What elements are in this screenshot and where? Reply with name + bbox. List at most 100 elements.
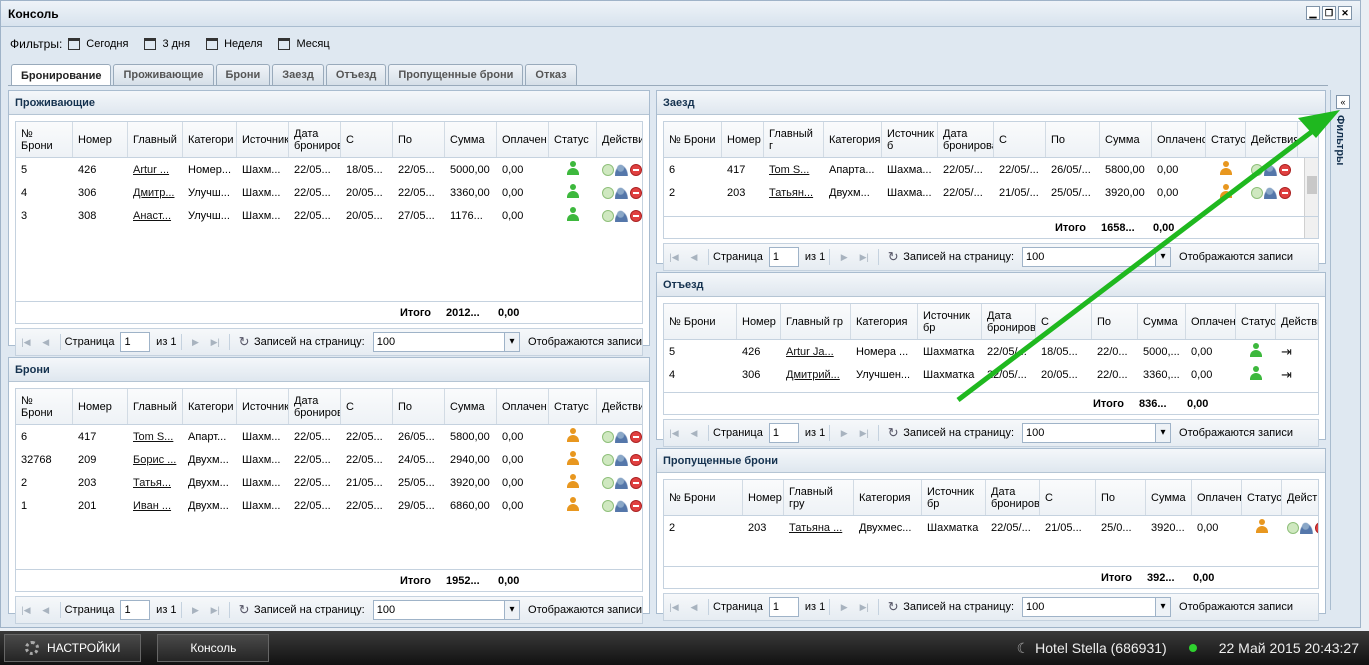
column-header[interactable]: С <box>341 122 393 157</box>
guest-link[interactable]: Дмитрий... <box>781 369 851 381</box>
table-row[interactable]: 4 306 Дмитр... Улучш... Шахм... 22/05... 20/05… <box>16 181 642 204</box>
guests-icon[interactable] <box>1264 163 1278 176</box>
column-header[interactable]: Статус <box>1242 480 1282 515</box>
confirm-icon[interactable] <box>1251 186 1263 199</box>
refresh-icon[interactable]: ↻ <box>236 602 252 618</box>
first-page-icon[interactable]: |◀ <box>666 425 682 441</box>
column-header[interactable]: Категория <box>854 480 922 515</box>
column-header[interactable]: По <box>393 389 445 424</box>
cancel-icon[interactable] <box>1279 186 1291 199</box>
column-header[interactable]: С <box>341 389 393 424</box>
column-header[interactable]: Сумма <box>445 389 497 424</box>
refresh-icon[interactable]: ↻ <box>885 599 901 615</box>
guests-icon[interactable] <box>615 163 629 176</box>
prev-page-icon[interactable]: ◀ <box>686 425 702 441</box>
confirm-icon[interactable] <box>602 453 614 466</box>
column-header[interactable]: Оплачен <box>1186 304 1236 339</box>
guest-link[interactable]: Борис ... <box>128 454 183 466</box>
column-header[interactable]: Категория <box>851 304 918 339</box>
next-page-icon[interactable]: ▶ <box>188 602 204 618</box>
column-header[interactable]: № Брони <box>664 480 743 515</box>
first-page-icon[interactable]: |◀ <box>666 249 682 265</box>
page-input[interactable]: 1 <box>768 597 799 617</box>
confirm-icon[interactable] <box>602 209 614 222</box>
column-header[interactable]: Главный гр <box>781 304 851 339</box>
column-header[interactable]: Главный <box>128 389 183 424</box>
prev-page-icon[interactable]: ◀ <box>686 249 702 265</box>
per-page-select[interactable]: 100 <box>1022 247 1172 267</box>
last-page-icon[interactable]: ▶| <box>207 602 223 618</box>
page-input[interactable]: 1 <box>768 423 799 443</box>
column-header[interactable]: По <box>1096 480 1146 515</box>
guest-link[interactable]: Татья... <box>128 477 183 489</box>
column-header[interactable]: Номер <box>737 304 781 339</box>
cancel-icon[interactable] <box>630 209 642 222</box>
filter-month-button[interactable]: Месяц <box>278 38 330 50</box>
guests-icon[interactable] <box>615 209 629 222</box>
page-input[interactable]: 1 <box>120 600 151 620</box>
confirm-icon[interactable] <box>602 499 614 512</box>
guests-icon[interactable] <box>615 186 629 199</box>
column-header[interactable]: Статус <box>549 389 597 424</box>
prev-page-icon[interactable]: ◀ <box>38 602 54 618</box>
next-page-icon[interactable]: ▶ <box>836 425 852 441</box>
table-row[interactable]: 5 426 Artur Ja... Номера ... Шахматка 22/05/.… <box>664 340 1318 363</box>
column-header[interactable]: № Брони <box>664 304 737 339</box>
column-header[interactable]: Главный гру <box>784 480 854 515</box>
column-header[interactable]: Оплачен <box>497 122 549 157</box>
column-header[interactable]: Дата бронирова <box>982 304 1036 339</box>
refresh-icon[interactable]: ↻ <box>885 249 901 265</box>
refresh-icon[interactable]: ↻ <box>885 425 901 441</box>
column-header[interactable]: Категори <box>183 122 237 157</box>
column-header[interactable]: Действи <box>1276 304 1318 339</box>
column-header[interactable]: Статус <box>1206 122 1246 157</box>
cancel-icon[interactable] <box>1279 163 1291 176</box>
column-header[interactable]: Сумма <box>1100 122 1152 157</box>
guests-icon[interactable] <box>615 499 629 512</box>
table-row[interactable]: 2 203 Татьяна ... Двухмес... Шахматка 22/05/.… <box>664 516 1318 539</box>
table-row[interactable]: 2 203 Татья... Двухм... Шахм... 22/05... 21/05… <box>16 471 642 494</box>
table-row[interactable]: 1 201 Иван ... Двухм... Шахм... 22/05... 22/05… <box>16 494 642 517</box>
close-icon[interactable]: ✕ <box>1338 6 1352 20</box>
prev-page-icon[interactable]: ◀ <box>38 334 54 350</box>
column-header[interactable]: Номер <box>73 389 128 424</box>
guest-link[interactable]: Анаст... <box>128 210 183 222</box>
per-page-select[interactable]: 100 <box>1022 423 1172 443</box>
scrollbar-thumb[interactable] <box>1307 176 1317 194</box>
settings-button[interactable]: НАСТРОЙКИ <box>4 634 142 662</box>
guest-link[interactable]: Дмитр... <box>128 187 183 199</box>
column-header[interactable]: Дата бронирова <box>986 480 1040 515</box>
tab-departures[interactable]: Отъезд <box>325 64 387 85</box>
console-task-button[interactable]: Консоль <box>157 634 270 662</box>
confirm-icon[interactable] <box>602 163 614 176</box>
tab-missed[interactable]: Пропущенные брони <box>388 64 524 85</box>
collapse-icon[interactable]: « <box>1336 95 1350 109</box>
column-header[interactable]: Источник <box>237 389 289 424</box>
filter-week-button[interactable]: Неделя <box>206 38 262 50</box>
column-header[interactable]: С <box>1040 480 1096 515</box>
next-page-icon[interactable]: ▶ <box>188 334 204 350</box>
cancel-icon[interactable] <box>630 476 642 489</box>
guests-icon[interactable] <box>615 476 629 489</box>
per-page-select[interactable]: 100 <box>372 600 521 620</box>
confirm-icon[interactable] <box>1251 163 1263 176</box>
column-header[interactable]: Оплачен <box>1192 480 1242 515</box>
guests-icon[interactable] <box>615 453 629 466</box>
filter-3days-button[interactable]: 3 дня <box>144 38 190 50</box>
guests-icon[interactable] <box>1264 186 1278 199</box>
tab-booking[interactable]: Бронирование <box>11 64 112 86</box>
page-input[interactable]: 1 <box>120 332 151 352</box>
first-page-icon[interactable]: |◀ <box>18 334 34 350</box>
first-page-icon[interactable]: |◀ <box>18 602 34 618</box>
column-header[interactable]: Действи <box>597 122 642 157</box>
table-row[interactable]: 3 308 Анаст... Улучш... Шахм... 22/05... 20/05… <box>16 204 642 227</box>
guest-link[interactable]: Tom S... <box>764 164 824 176</box>
column-header[interactable]: № Брони <box>16 389 73 424</box>
cancel-icon[interactable] <box>630 163 642 176</box>
tab-bookings[interactable]: Брони <box>215 64 271 85</box>
filter-today-button[interactable]: Сегодня <box>68 38 128 50</box>
restore-icon[interactable]: ❐ <box>1322 6 1336 20</box>
cancel-icon[interactable] <box>630 453 642 466</box>
prev-page-icon[interactable]: ◀ <box>686 599 702 615</box>
next-page-icon[interactable]: ▶ <box>836 599 852 615</box>
